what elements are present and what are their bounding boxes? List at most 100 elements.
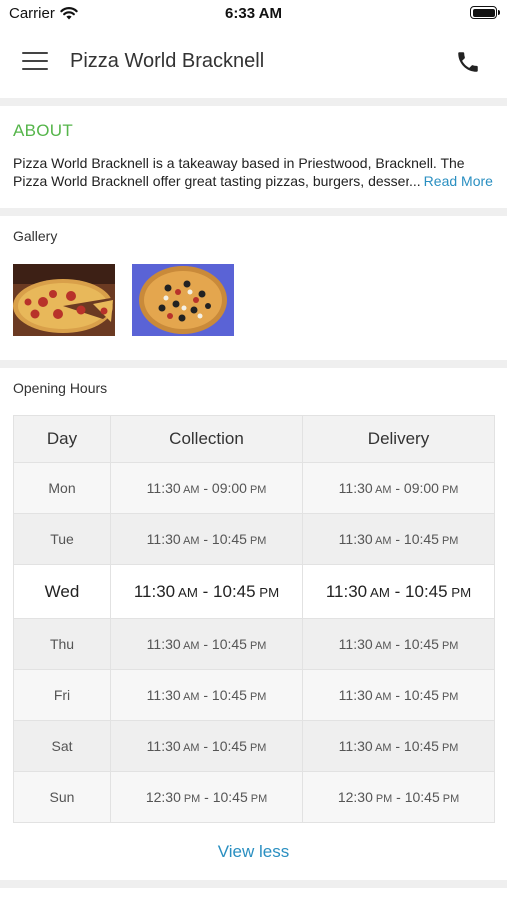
- read-more-link[interactable]: Read More: [424, 172, 493, 190]
- end-time: 10:45: [403, 531, 439, 547]
- start-period: AM: [372, 691, 392, 703]
- gallery-image-pepperoni-pizza[interactable]: [13, 264, 115, 336]
- app-header: Pizza World Bracknell: [0, 28, 507, 98]
- start-period: PM: [180, 793, 201, 805]
- day-cell: Thu: [13, 618, 111, 670]
- end-period: PM: [246, 535, 267, 547]
- table-row: Wed 11:30 AM - 10:45 PM 11:30 AM - 10:45 P…: [13, 564, 495, 619]
- gallery-heading: Gallery: [13, 228, 58, 244]
- end-time: 10:45: [403, 636, 439, 652]
- time-separator: -: [391, 480, 404, 496]
- start-time: 11:30: [146, 636, 181, 652]
- table-row: Mon 11:30 AM - 09:00 PM 11:30 AM - 09:00 P…: [13, 462, 495, 514]
- start-period: AM: [180, 640, 200, 652]
- end-period: PM: [438, 535, 459, 547]
- day-cell: Sat: [13, 720, 111, 772]
- time-separator: -: [199, 687, 212, 703]
- end-period: PM: [246, 691, 267, 703]
- divider: [0, 208, 507, 216]
- end-period: PM: [247, 793, 268, 805]
- view-less-link[interactable]: View less: [0, 842, 507, 862]
- start-time: 11:30: [146, 687, 181, 703]
- collection-hours-cell: 11:30 AM - 10:45 PM: [110, 720, 303, 772]
- time-separator: -: [391, 687, 404, 703]
- delivery-hours-cell: 11:30 AM - 10:45 PM: [302, 618, 495, 670]
- start-period: AM: [372, 484, 392, 496]
- start-period: AM: [175, 584, 198, 600]
- end-time: 10:45: [211, 738, 247, 754]
- start-period: AM: [372, 742, 392, 754]
- end-period: PM: [439, 793, 460, 805]
- time-separator: -: [392, 789, 405, 805]
- ellipsis: ...: [409, 173, 421, 189]
- divider: [0, 880, 507, 888]
- end-period: PM: [246, 742, 267, 754]
- hamburger-menu-icon[interactable]: [22, 52, 48, 74]
- header-collection: Collection: [110, 415, 303, 463]
- collection-hours-cell: 11:30 AM - 10:45 PM: [110, 618, 303, 670]
- time-separator: -: [199, 738, 212, 754]
- phone-icon[interactable]: [455, 49, 481, 75]
- header-delivery: Delivery: [302, 415, 495, 463]
- day-cell: Sun: [13, 771, 111, 823]
- start-time: 11:30: [338, 480, 373, 496]
- collection-hours-cell: 11:30 AM - 09:00 PM: [110, 462, 303, 514]
- end-period: PM: [438, 691, 459, 703]
- collection-hours-cell: 12:30 PM - 10:45 PM: [110, 771, 303, 823]
- start-time: 11:30: [338, 531, 373, 547]
- battery-icon: [470, 6, 500, 19]
- end-time: 10:45: [211, 531, 247, 547]
- about-heading: ABOUT: [13, 121, 74, 140]
- delivery-hours-cell: 11:30 AM - 10:45 PM: [302, 720, 495, 772]
- start-period: AM: [367, 584, 390, 600]
- end-time: 09:00: [403, 480, 439, 496]
- about-description: Pizza World Bracknell is a takeaway base…: [13, 154, 497, 190]
- table-header-row: Day Collection Delivery: [13, 415, 495, 463]
- gallery-image-olive-pizza[interactable]: [132, 264, 234, 336]
- time-separator: -: [389, 581, 406, 601]
- divider: [0, 98, 507, 106]
- opening-hours-heading: Opening Hours: [13, 380, 108, 396]
- table-row: Sun 12:30 PM - 10:45 PM 12:30 PM - 10:45 P…: [13, 771, 495, 823]
- about-line-2: Pizza World Bracknell offer great tastin…: [13, 173, 409, 189]
- start-time: 12:30: [337, 789, 373, 805]
- end-time: 10:45: [403, 687, 439, 703]
- end-period: PM: [447, 584, 472, 600]
- end-time: 10:45: [212, 789, 248, 805]
- end-time: 09:00: [211, 480, 247, 496]
- time-separator: -: [199, 636, 212, 652]
- status-bar: Carrier 6:33 AM: [0, 0, 507, 28]
- start-time: 11:30: [338, 636, 373, 652]
- delivery-hours-cell: 11:30 AM - 09:00 PM: [302, 462, 495, 514]
- delivery-hours-cell: 11:30 AM - 10:45 PM: [302, 669, 495, 721]
- start-period: AM: [372, 640, 392, 652]
- collection-hours-cell: 11:30 AM - 10:45 PM: [110, 513, 303, 565]
- start-time: 11:30: [133, 581, 176, 601]
- collection-hours-cell: 11:30 AM - 10:45 PM: [110, 669, 303, 721]
- time-separator: -: [391, 636, 404, 652]
- start-period: AM: [180, 484, 200, 496]
- table-row: Thu 11:30 AM - 10:45 PM 11:30 AM - 10:45 P…: [13, 618, 495, 670]
- clock: 6:33 AM: [225, 5, 282, 22]
- end-period: PM: [438, 742, 459, 754]
- end-time: 10:45: [403, 738, 439, 754]
- start-period: AM: [180, 535, 200, 547]
- start-time: 11:30: [325, 581, 368, 601]
- end-period: PM: [438, 640, 459, 652]
- end-time: 10:45: [405, 581, 448, 601]
- time-separator: -: [200, 789, 213, 805]
- time-separator: -: [391, 531, 404, 547]
- end-period: PM: [246, 640, 267, 652]
- delivery-hours-cell: 11:30 AM - 10:45 PM: [302, 513, 495, 565]
- header-day: Day: [13, 415, 111, 463]
- opening-hours-table: Day Collection Delivery Mon 11:30 AM - 09…: [13, 415, 495, 823]
- table-row: Sat 11:30 AM - 10:45 PM 11:30 AM - 10:45 P…: [13, 720, 495, 772]
- table-row: Tue 11:30 AM - 10:45 PM 11:30 AM - 10:45 P…: [13, 513, 495, 565]
- delivery-hours-cell: 12:30 PM - 10:45 PM: [302, 771, 495, 823]
- start-period: PM: [372, 793, 393, 805]
- day-cell: Tue: [13, 513, 111, 565]
- page-title: Pizza World Bracknell: [70, 50, 265, 72]
- start-period: AM: [180, 691, 200, 703]
- end-period: PM: [438, 484, 459, 496]
- end-time: 10:45: [211, 687, 247, 703]
